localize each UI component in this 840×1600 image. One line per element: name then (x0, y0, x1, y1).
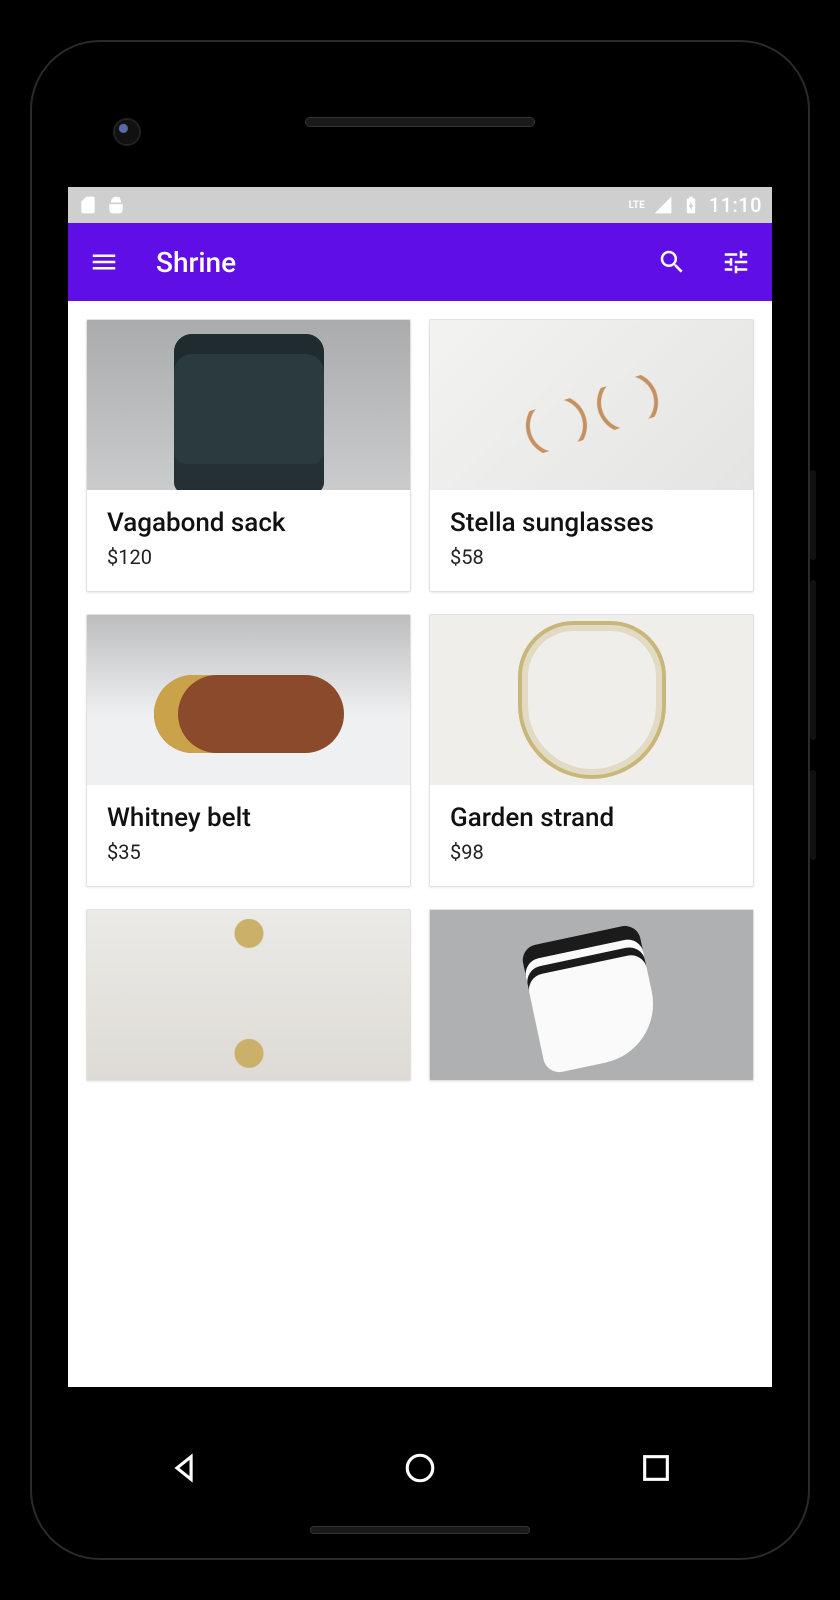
sd-card-icon (78, 195, 98, 215)
product-price: $98 (450, 840, 733, 864)
product-name: Garden strand (450, 803, 733, 834)
product-price: $120 (107, 545, 390, 569)
search-button[interactable] (652, 242, 692, 282)
product-image (87, 615, 410, 785)
product-image (87, 320, 410, 490)
product-card[interactable]: Garden strand $98 (429, 614, 754, 887)
android-debug-icon (106, 195, 126, 215)
app-title: Shrine (156, 246, 236, 279)
phone-side-button (810, 470, 816, 560)
product-card[interactable] (86, 909, 411, 1081)
phone-earpiece (305, 117, 535, 127)
product-card[interactable]: Stella sunglasses $58 (429, 319, 754, 592)
phone-bottom-speaker (310, 1526, 530, 1534)
product-card-body: Whitney belt $35 (87, 785, 410, 886)
product-name: Stella sunglasses (450, 508, 733, 539)
phone-side-button (810, 580, 816, 740)
product-image (430, 320, 753, 490)
home-circle-icon (403, 1451, 437, 1485)
menu-button[interactable] (84, 242, 124, 282)
product-card-body: Garden strand $98 (430, 785, 753, 886)
status-bar-clock: 11:10 (709, 193, 762, 217)
product-image (430, 910, 753, 1080)
recent-square-icon (639, 1451, 673, 1485)
network-type-label: LTE (629, 200, 645, 211)
cell-signal-icon (653, 195, 673, 215)
android-status-bar: LTE 11:10 (68, 187, 772, 223)
back-triangle-icon (167, 1451, 201, 1485)
android-navigation-bar (66, 1435, 774, 1505)
filter-button[interactable] (716, 242, 756, 282)
search-icon (657, 247, 687, 277)
product-image (87, 910, 410, 1080)
battery-charging-icon (681, 195, 701, 215)
app-bar: Shrine (68, 223, 772, 301)
hamburger-menu-icon (89, 247, 119, 277)
tune-icon (721, 247, 751, 277)
phone-side-button (810, 770, 816, 860)
nav-back-button[interactable] (167, 1451, 201, 1489)
product-price: $58 (450, 545, 733, 569)
product-name: Whitney belt (107, 803, 390, 834)
phone-front-camera (115, 120, 139, 144)
product-price: $35 (107, 840, 390, 864)
product-card-body: Vagabond sack $120 (87, 490, 410, 591)
product-card-body: Stella sunglasses $58 (430, 490, 753, 591)
product-image (430, 615, 753, 785)
phone-screen: LTE 11:10 Shrine Vagabond sack $120 Stella… (68, 187, 772, 1387)
nav-home-button[interactable] (403, 1451, 437, 1489)
phone-device-frame: LTE 11:10 Shrine Vagabond sack $120 Stella… (30, 40, 810, 1560)
product-card[interactable]: Whitney belt $35 (86, 614, 411, 887)
nav-recent-button[interactable] (639, 1451, 673, 1489)
product-card[interactable]: Vagabond sack $120 (86, 319, 411, 592)
product-name: Vagabond sack (107, 508, 390, 539)
product-grid: Vagabond sack $120 Stella sunglasses $58 Whi… (86, 319, 754, 1081)
product-card[interactable] (429, 909, 754, 1081)
product-grid-container: Vagabond sack $120 Stella sunglasses $58 Whi… (68, 301, 772, 1387)
